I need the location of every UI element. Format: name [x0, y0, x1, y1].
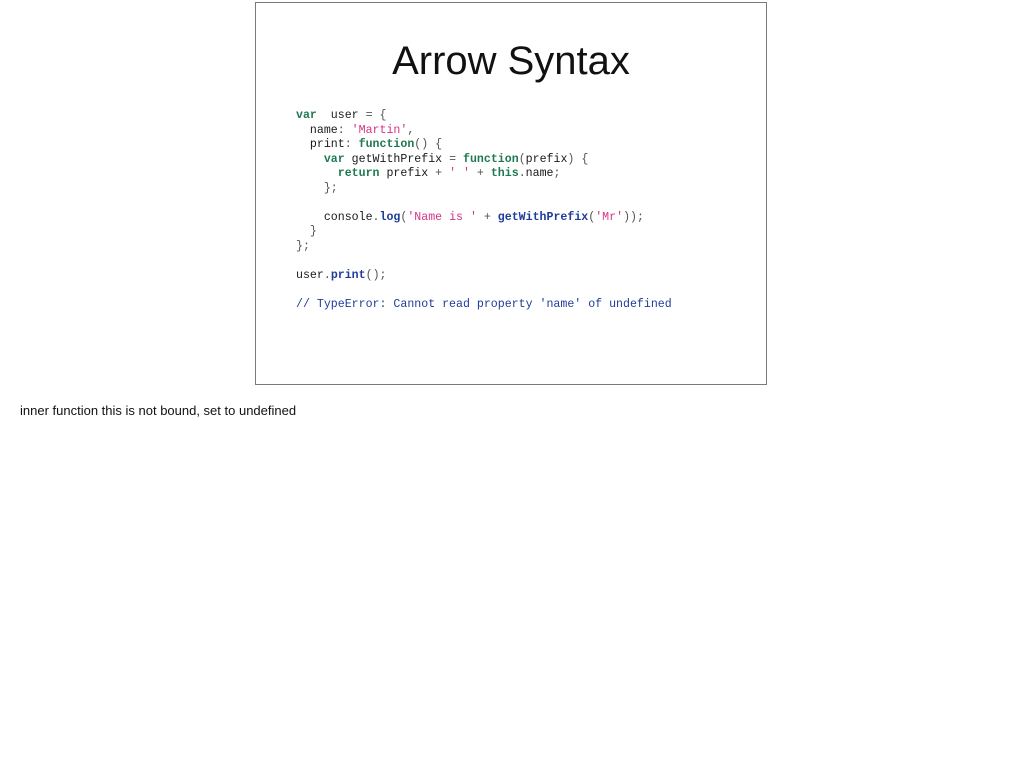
code-line: }; [296, 240, 672, 255]
code-token: getWithPrefix [497, 210, 589, 224]
code-token: log [379, 210, 401, 224]
code-token: : [337, 123, 352, 137]
code-token: name [296, 123, 338, 137]
slide: Arrow Syntax var user = { name: 'Martin'… [255, 2, 767, 385]
code-token: print [296, 138, 345, 151]
code-block: var user = { name: 'Martin', print: func… [296, 109, 672, 312]
code-token: . [323, 268, 331, 282]
code-token: + [476, 210, 498, 224]
code-line: var user = { [296, 109, 672, 124]
code-token: ' ' [449, 167, 470, 180]
code-token: , [407, 123, 415, 137]
code-token: 'Mr' [595, 210, 624, 224]
code-line: // TypeError: Cannot read property 'name… [296, 298, 672, 313]
code-token: user [316, 109, 366, 122]
code-token: . [372, 210, 380, 224]
code-line: var getWithPrefix = function(prefix) { [296, 153, 672, 168]
code-line: name: 'Martin', [296, 124, 672, 139]
code-token: 'Name is ' [407, 210, 477, 224]
code-token: return [337, 167, 380, 180]
code-token: var [296, 109, 317, 122]
code-token: prefix [525, 152, 568, 166]
code-token: }; [296, 181, 338, 195]
code-token: )); [623, 210, 644, 224]
code-token: = [365, 109, 373, 122]
code-token: var [323, 152, 345, 166]
code-token: prefix [379, 167, 436, 180]
code-line: print: function() { [296, 138, 672, 153]
code-token: this [490, 167, 519, 180]
code-token: = [449, 152, 464, 166]
code-token: ) { [567, 152, 589, 166]
code-token: { [372, 109, 387, 122]
code-token: () { [414, 138, 443, 151]
code-token: name [525, 167, 554, 180]
code-token: + [435, 167, 450, 180]
code-token: print [330, 268, 366, 282]
code-token: : [344, 138, 359, 151]
speaker-notes: inner function this is not bound, set to… [20, 403, 297, 418]
code-token: user [296, 268, 324, 282]
code-token: // TypeError: Cannot read property 'name… [296, 297, 672, 311]
code-line: user.print(); [296, 269, 672, 284]
code-token: 'Martin' [351, 123, 408, 137]
slide-title: Arrow Syntax [392, 39, 630, 83]
code-line: }; [296, 182, 672, 197]
code-token: }; [296, 239, 310, 253]
code-token: + [469, 167, 491, 180]
code-line: } [296, 225, 672, 240]
code-line: return prefix + ' ' + this.name; [296, 167, 672, 182]
code-token: . [518, 167, 526, 180]
code-token: function [463, 152, 519, 166]
code-token: function [358, 138, 415, 151]
code-token: console [296, 210, 373, 224]
code-token: ( [518, 152, 526, 166]
code-token: getWithPrefix [344, 152, 450, 166]
code-token: ; [553, 167, 561, 180]
code-token: } [296, 225, 317, 238]
code-token: (); [365, 268, 387, 282]
code-line: console.log('Name is ' + getWithPrefix('… [296, 211, 672, 226]
